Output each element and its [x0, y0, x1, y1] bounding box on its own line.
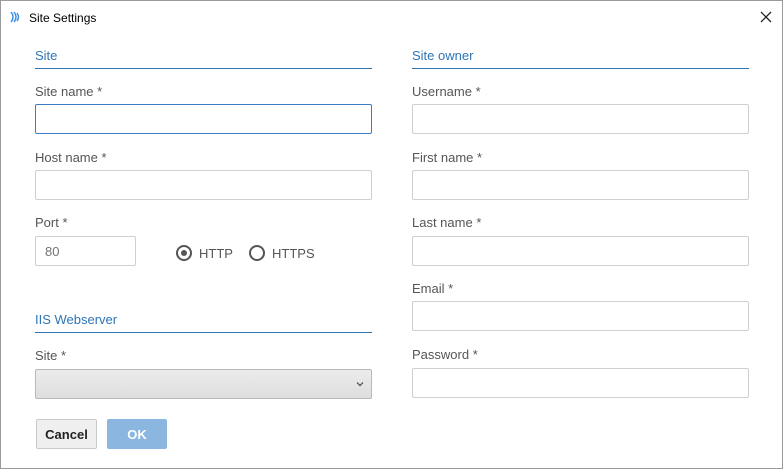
https-radio-label: HTTPS	[272, 245, 315, 261]
iis-site-select[interactable]	[35, 369, 372, 399]
username-input[interactable]	[412, 104, 749, 134]
radio-checked-icon	[176, 245, 192, 261]
host-name-label: Host name *	[35, 150, 107, 165]
email-label: Email *	[412, 281, 454, 296]
title-bar: Site Settings	[1, 1, 782, 33]
password-label: Password *	[412, 347, 478, 362]
close-icon[interactable]	[754, 5, 778, 29]
username-label: Username *	[412, 84, 481, 99]
chevron-down-icon	[356, 382, 364, 387]
ok-button[interactable]: OK	[107, 419, 167, 449]
http-radio-label: HTTP	[199, 245, 233, 261]
iis-site-label: Site *	[35, 348, 67, 363]
site-name-label: Site name *	[35, 84, 103, 99]
owner-section-divider	[412, 68, 749, 69]
site-section-divider	[35, 68, 372, 69]
app-logo-icon	[10, 11, 20, 23]
iis-section-divider	[35, 332, 372, 333]
email-input[interactable]	[412, 301, 749, 331]
cancel-button[interactable]: Cancel	[36, 419, 97, 449]
last-name-label: Last name *	[412, 215, 482, 230]
radio-unchecked-icon	[249, 245, 265, 261]
last-name-input[interactable]	[412, 236, 749, 266]
first-name-label: First name *	[412, 150, 483, 165]
dialog-title: Site Settings	[29, 11, 97, 25]
first-name-input[interactable]	[412, 170, 749, 200]
port-input[interactable]	[35, 236, 136, 266]
owner-section-header: Site owner	[412, 48, 474, 63]
site-settings-dialog: Site Settings Site Site name * Host name…	[0, 0, 783, 469]
http-radio[interactable]: HTTP	[176, 245, 233, 261]
password-input[interactable]	[412, 368, 749, 398]
site-name-input[interactable]	[35, 104, 372, 134]
site-section-header: Site	[35, 48, 58, 63]
port-label: Port *	[35, 215, 68, 230]
https-radio[interactable]: HTTPS	[249, 245, 315, 261]
host-name-input[interactable]	[35, 170, 372, 200]
iis-section-header: IIS Webserver	[35, 312, 118, 327]
